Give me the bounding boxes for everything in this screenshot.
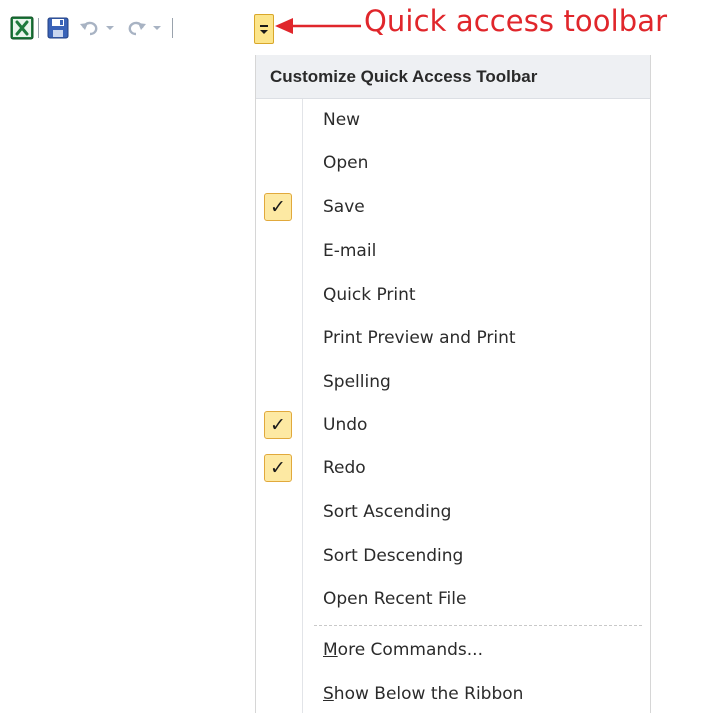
checkmark-icon: ✓ [264, 454, 292, 482]
menu-item-open-recent-file[interactable]: Open Recent File [256, 579, 650, 619]
access-key: S [323, 684, 334, 704]
menu-item-label: Show Below the Ribbon [323, 684, 523, 704]
menu-item-label: Sort Descending [323, 546, 464, 566]
menu-item-sort-ascending[interactable]: Sort Ascending [256, 492, 650, 532]
menu-item-undo[interactable]: ✓ Undo [256, 405, 650, 445]
menu-item-label: Quick Print [323, 285, 416, 305]
redo-dropdown-button[interactable] [150, 16, 164, 40]
menu-item-label: New [323, 110, 361, 130]
menu-item-label: Undo [323, 415, 368, 435]
undo-icon [80, 21, 98, 36]
annotation-arrow-icon [275, 18, 361, 34]
excel-icon[interactable] [10, 16, 34, 40]
toolbar-separator [38, 18, 39, 38]
menu-item-label: Open Recent File [323, 589, 467, 609]
customize-toolbar-button[interactable] [254, 14, 274, 44]
dropdown-arrow-icon [106, 26, 114, 30]
menu-item-label: E-mail [323, 241, 377, 261]
save-button[interactable] [46, 16, 70, 40]
menu-item-label: Sort Ascending [323, 502, 452, 522]
redo-button[interactable] [124, 16, 148, 40]
menu-item-new[interactable]: New [256, 100, 650, 140]
menu-item-show-below-ribbon[interactable]: Show Below the Ribbon [256, 674, 650, 713]
menu-item-label: Print Preview and Print [323, 328, 516, 348]
label-rest: ore Commands... [337, 640, 483, 660]
menu-item-redo[interactable]: ✓ Redo [256, 448, 650, 488]
menu-item-sort-descending[interactable]: Sort Descending [256, 536, 650, 576]
toolbar-separator [172, 18, 173, 38]
menu-item-quick-print[interactable]: Quick Print [256, 275, 650, 315]
menu-item-spelling[interactable]: Spelling [256, 362, 650, 402]
quick-access-toolbar [10, 8, 292, 46]
menu-item-save[interactable]: ✓ Save [256, 187, 650, 227]
customize-quick-access-menu: Customize Quick Access Toolbar New Open … [255, 55, 651, 713]
undo-button[interactable] [78, 16, 102, 40]
save-icon [47, 17, 69, 39]
menu-item-label: Spelling [323, 372, 391, 392]
menu-item-more-commands[interactable]: More Commands... [256, 630, 650, 670]
checkmark-icon: ✓ [264, 193, 292, 221]
dropdown-arrow-icon [153, 26, 161, 30]
menu-item-label: Open [323, 153, 369, 173]
menu-item-label: More Commands... [323, 640, 483, 660]
menu-title: Customize Quick Access Toolbar [256, 55, 650, 99]
menu-item-label: Redo [323, 458, 366, 478]
screenshot: Quick access toolbar Customize Quick Acc… [0, 0, 712, 713]
menu-item-open[interactable]: Open [256, 143, 650, 183]
redo-icon [128, 21, 146, 36]
customize-icon [260, 25, 268, 34]
checkmark-icon: ✓ [264, 411, 292, 439]
label-rest: how Below the Ribbon [333, 684, 524, 704]
menu-item-print-preview[interactable]: Print Preview and Print [256, 318, 650, 358]
menu-item-label: Save [323, 197, 365, 217]
access-key: M [323, 640, 338, 660]
menu-item-email[interactable]: E-mail [256, 231, 650, 271]
annotation-label: Quick access toolbar [364, 4, 668, 38]
menu-separator [314, 625, 642, 626]
undo-dropdown-button[interactable] [103, 16, 117, 40]
